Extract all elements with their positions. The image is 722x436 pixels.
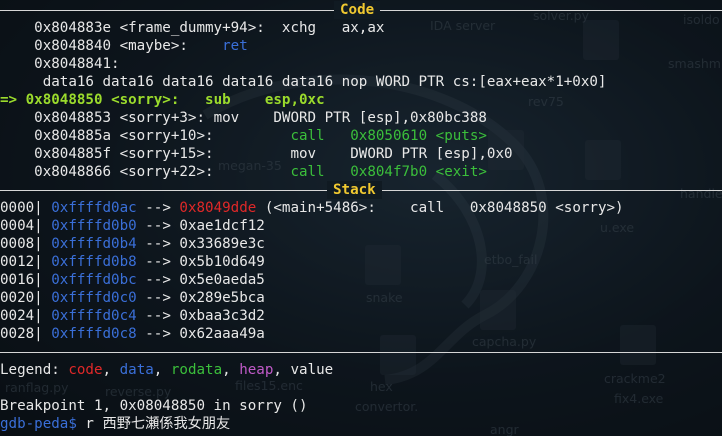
stack-section-footer (0, 343, 722, 361)
legend-data: data (119, 362, 154, 378)
code-line: 0x804883e <frame_dummy+94>: xchg ax,ax (0, 19, 384, 37)
code-address: 0x804885a (34, 128, 112, 144)
breakpoint-message: Breakpoint 1, 0x08048850 in sorry () (0, 398, 308, 414)
stack-value: 0x33689e3c (179, 236, 265, 252)
code-symbol: <frame_dummy+94>: (119, 20, 265, 36)
stack-row: 0004| 0xffffd0b0 --> 0xae1dcf12 (0, 217, 265, 235)
terminal-window[interactable]: Code 0x804883e <frame_dummy+94>: xchg ax… (0, 0, 722, 436)
stack-arrow: --> (145, 218, 171, 234)
code-opcode: ret (222, 38, 248, 54)
code-symbol: <sorry+22>: (119, 164, 214, 180)
code-operands: esp,0xc (264, 92, 325, 108)
stack-arrow: --> (145, 290, 171, 306)
code-line: 0x8048840 <maybe>: ret (0, 37, 248, 55)
code-opcode: xchg (281, 20, 317, 36)
stack-row: 0020| 0xffffd0c0 --> 0x289e5bca (0, 289, 265, 307)
legend-heap: heap (239, 362, 274, 378)
code-opcode: mov (213, 110, 240, 126)
stack-offset: 0024| (0, 308, 43, 324)
current-instruction-line: => 0x8048850 <sorry>: sub esp,0xc (0, 91, 325, 109)
code-header-title: Code (334, 1, 381, 19)
stack-address: 0xffffd0b8 (51, 254, 137, 270)
legend-value: value (290, 362, 334, 378)
gdb-prompt: gdb-peda$ (0, 416, 77, 432)
code-symbol: <sorry+3>: (119, 110, 206, 126)
stack-address: 0xffffd0b0 (51, 218, 137, 234)
stack-row: 0000| 0xffffd0ac --> 0x8049dde (<main+54… (0, 199, 624, 217)
stack-arrow: --> (145, 272, 171, 288)
stack-section-header: Stack (0, 181, 722, 199)
code-symbol: <sorry+10>: (119, 128, 214, 144)
stack-arrow: --> (145, 254, 171, 270)
legend-rodata: rodata (170, 362, 223, 378)
code-line: 0x8048841: (0, 55, 120, 73)
stack-arrow: --> (145, 326, 171, 342)
stack-address: 0xffffd0ac (51, 200, 137, 216)
footer-rule (0, 352, 722, 353)
stack-value-detail: (<main+5486>: call 0x8048850 <sorry>) (264, 200, 624, 216)
stack-address: 0xffffd0c0 (51, 290, 137, 306)
code-line: 0x804885f <sorry+15>: mov DWORD PTR [esp… (0, 145, 513, 163)
code-line: 0x8048866 <sorry+22>: call 0x804f7b0 <ex… (0, 163, 487, 181)
stack-value: 0x5e0aeda5 (179, 272, 265, 288)
code-address: 0x8048853 (34, 110, 112, 126)
stack-address: 0xffffd0c4 (51, 308, 137, 324)
stack-row: 0028| 0xffffd0c8 --> 0x62aaa49a (0, 325, 265, 343)
legend-code: code (68, 362, 103, 378)
stack-address: 0xffffd0bc (51, 272, 137, 288)
code-operands: DWORD PTR [esp],0x80bc388 (273, 110, 487, 126)
code-opcode: mov (290, 146, 317, 162)
code-opcode: call (290, 164, 325, 180)
command-input[interactable]: r 西野七瀬係我女朋友 (85, 416, 230, 432)
code-line: 0x804885a <sorry+10>: call 0x8050610 <pu… (0, 127, 487, 145)
code-opcode: call (290, 128, 325, 144)
code-address: 0x8048840 (34, 38, 112, 54)
code-symbol: <sorry>: (111, 92, 180, 108)
stack-row: 0016| 0xffffd0bc --> 0x5e0aeda5 (0, 271, 265, 289)
stack-offset: 0016| (0, 272, 43, 288)
legend-label: Legend: (0, 362, 69, 378)
legend-line: Legend: code, data, rodata, heap, value (0, 362, 334, 378)
code-address: 0x8048866 (34, 164, 112, 180)
stack-offset: 0020| (0, 290, 43, 306)
stack-arrow: --> (145, 308, 171, 324)
stack-offset: 0008| (0, 236, 43, 252)
stack-value: 0xae1dcf12 (179, 218, 265, 234)
stack-address: 0xffffd0b4 (51, 236, 137, 252)
stack-value: 0x62aaa49a (179, 326, 265, 342)
stack-row: 0012| 0xffffd0b8 --> 0x5b10d649 (0, 253, 265, 271)
code-instruction-text: data16 data16 data16 data16 data16 nop W… (42, 74, 607, 90)
code-operands: DWORD PTR [esp],0x0 (350, 146, 513, 162)
code-address: 0x804883e (34, 20, 112, 36)
code-operands: ax,ax (341, 20, 385, 36)
stack-value: 0xbaa3c3d2 (179, 308, 265, 324)
stack-offset: 0012| (0, 254, 43, 270)
stack-offset: 0004| (0, 218, 43, 234)
stack-value: 0x289e5bca (179, 290, 265, 306)
code-address: 0x8048850 (25, 92, 103, 108)
stack-offset: 0000| (0, 200, 43, 216)
current-marker: => (0, 92, 18, 108)
code-operands: 0x8050610 <puts> (350, 128, 487, 144)
stack-offset: 0028| (0, 326, 43, 342)
code-operands: 0x804f7b0 <exit> (350, 164, 487, 180)
stack-address: 0xffffd0c8 (51, 326, 137, 342)
code-address: 0x804885f (34, 146, 112, 162)
gdb-prompt-line[interactable]: gdb-peda$ r 西野七瀬係我女朋友 (0, 415, 230, 433)
code-address: 0x8048841: (34, 56, 120, 72)
code-opcode: sub (205, 92, 231, 108)
code-line: data16 data16 data16 data16 data16 nop W… (0, 73, 607, 91)
stack-value: 0x5b10d649 (179, 254, 265, 270)
stack-row: 0024| 0xffffd0c4 --> 0xbaa3c3d2 (0, 307, 265, 325)
stack-value: 0x8049dde (179, 200, 257, 216)
stack-arrow: --> (145, 236, 171, 252)
code-symbol: <maybe>: (119, 38, 188, 54)
stack-row: 0008| 0xffffd0b4 --> 0x33689e3c (0, 235, 265, 253)
code-line: 0x8048853 <sorry+3>: mov DWORD PTR [esp]… (0, 109, 487, 127)
stack-header-title: Stack (327, 181, 382, 199)
code-section-header: Code (0, 1, 722, 19)
stack-arrow: --> (145, 200, 171, 216)
code-symbol: <sorry+15>: (119, 146, 214, 162)
